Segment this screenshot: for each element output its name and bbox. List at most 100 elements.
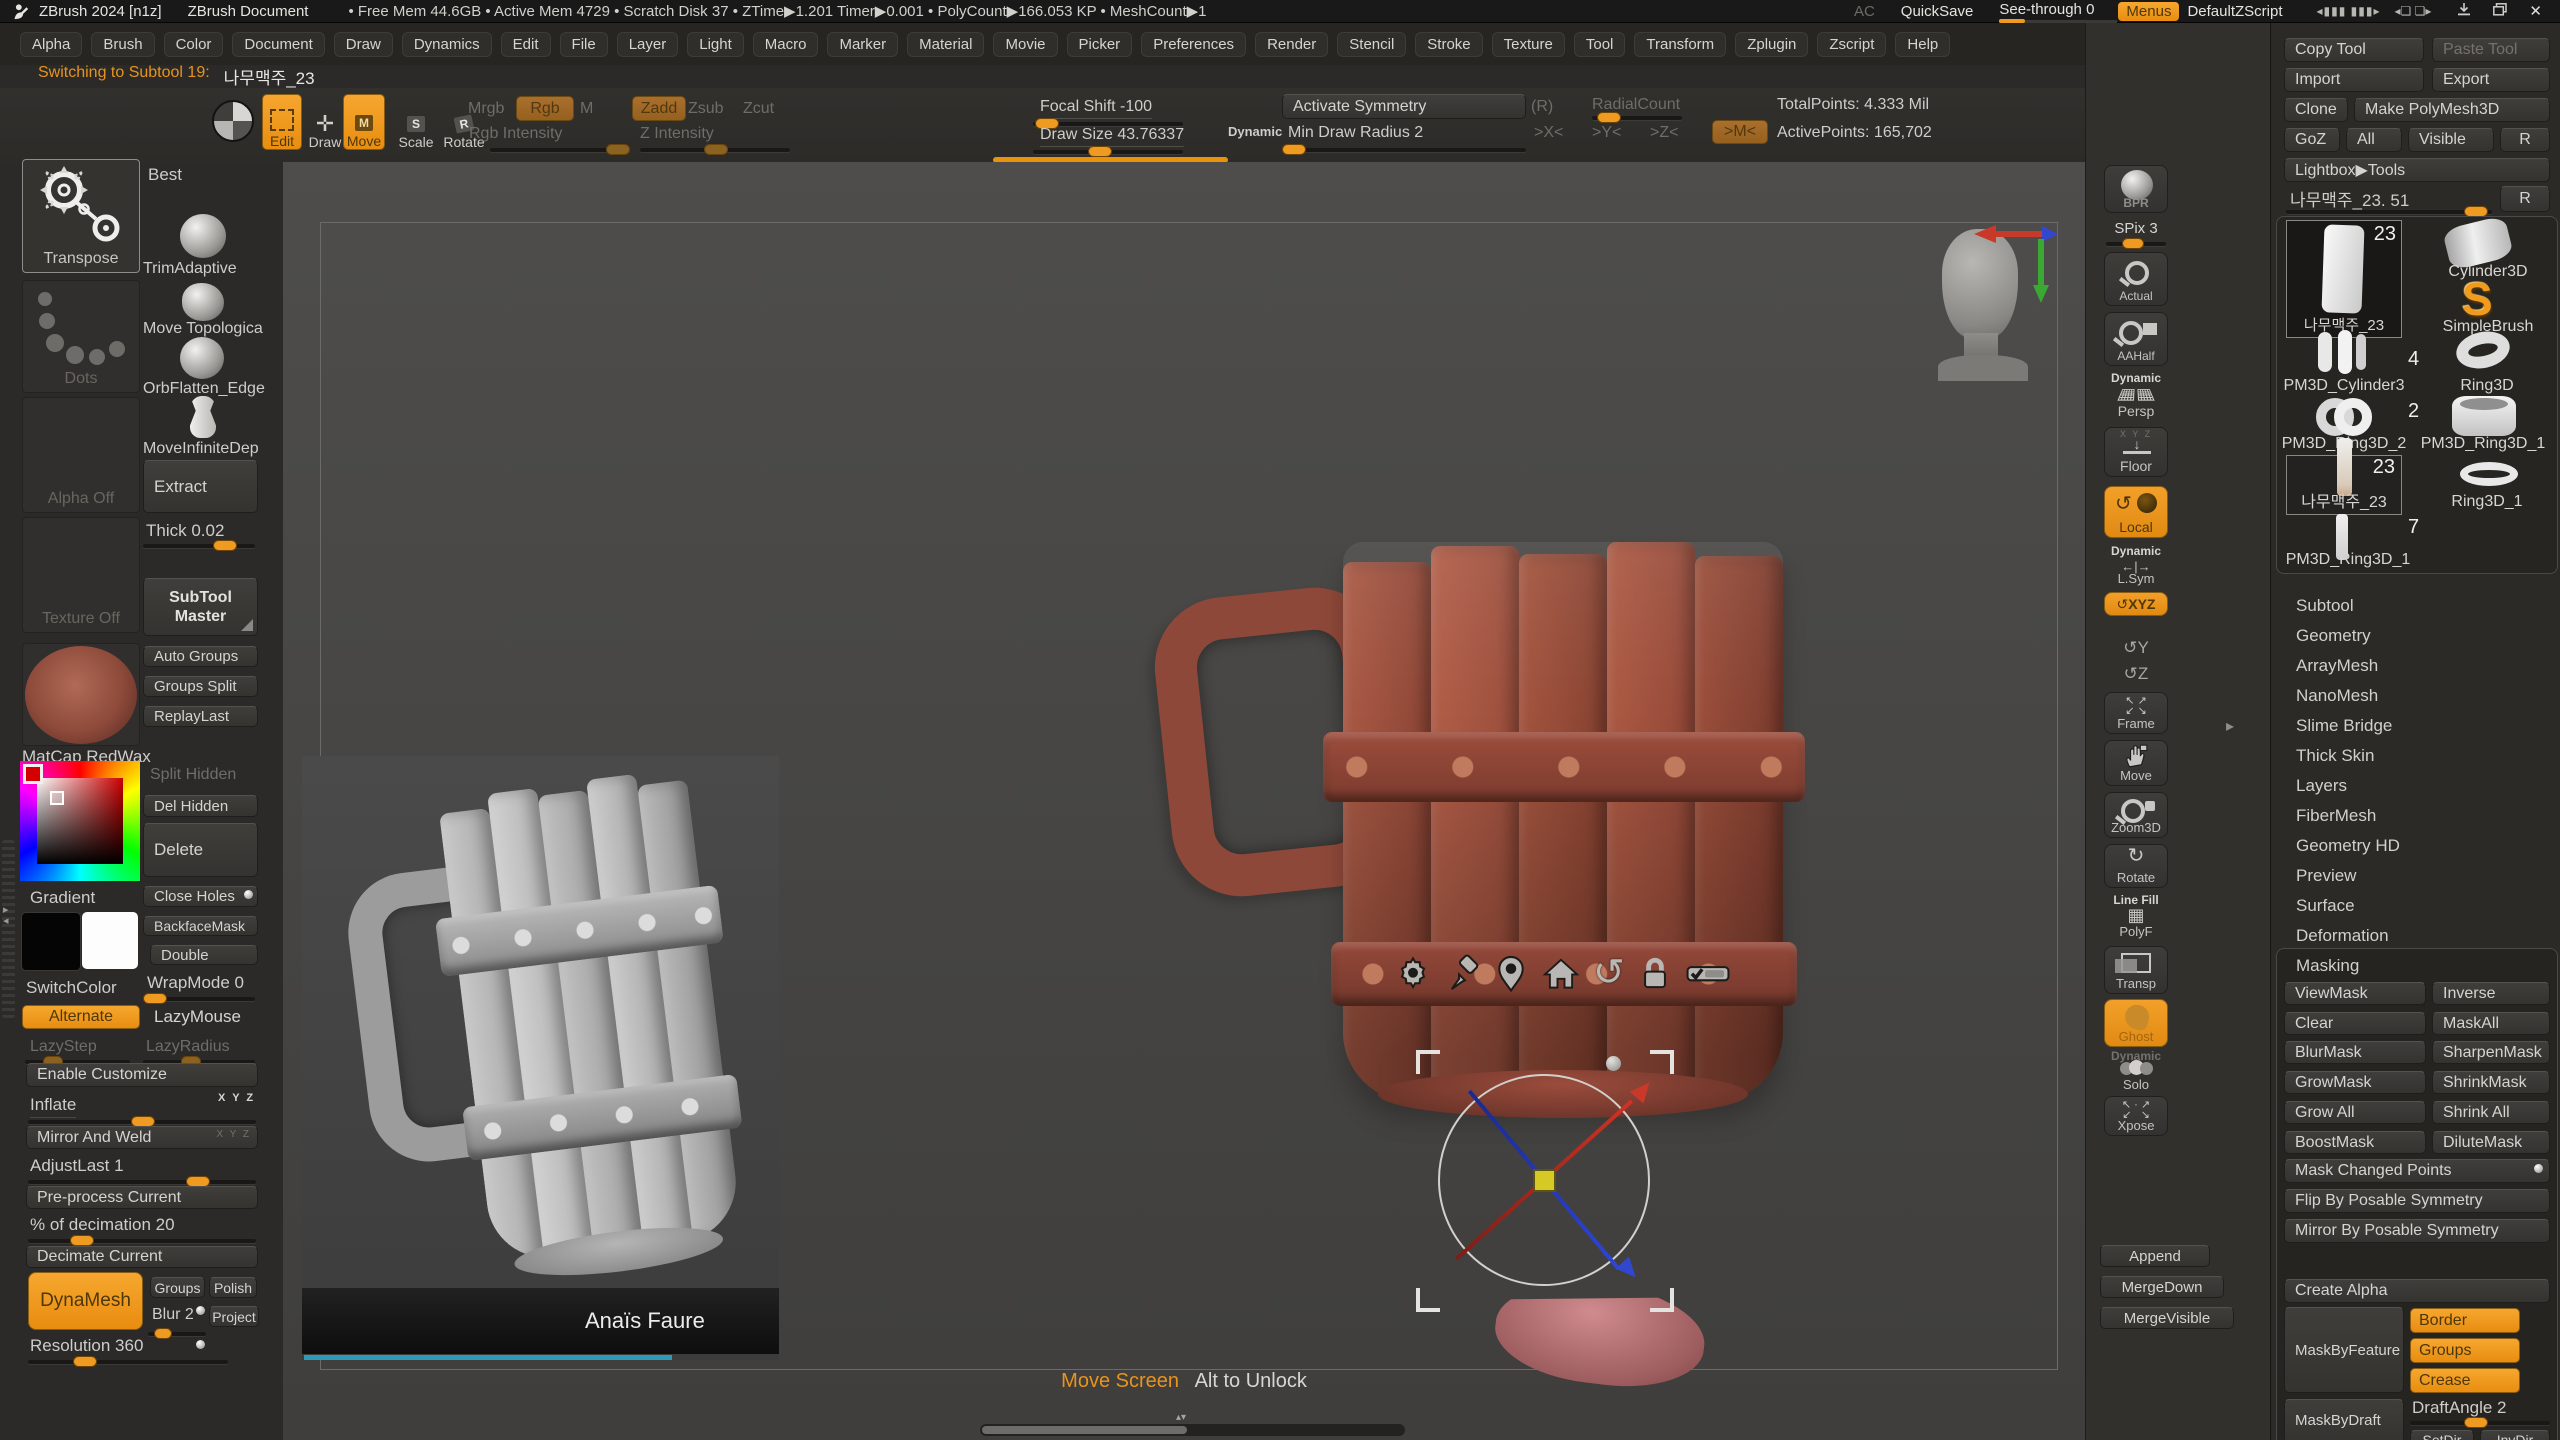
- thumb-ring3d-1-icon[interactable]: [2460, 462, 2518, 486]
- dynamesh-button[interactable]: DynaMesh: [28, 1272, 143, 1330]
- sym-y-toggle[interactable]: >Y<: [1592, 124, 1621, 142]
- bottom-tray-divider[interactable]: ▴▾: [980, 1424, 1405, 1436]
- inverse-button[interactable]: Inverse: [2432, 982, 2550, 1005]
- min-draw-radius-slider[interactable]: [1282, 148, 1526, 152]
- menu-stencil[interactable]: Stencil: [1337, 32, 1406, 57]
- color-picker[interactable]: [20, 761, 140, 881]
- resolution-option-dot[interactable]: [196, 1340, 205, 1349]
- close-holes-button[interactable]: Close Holes: [143, 886, 258, 907]
- canvas-area[interactable]: Anaïs Faure ↺: [283, 162, 2085, 1440]
- paste-tool-button[interactable]: Paste Tool: [2432, 38, 2550, 62]
- thumb-ring3d-1-label[interactable]: Ring3D_1: [2432, 493, 2542, 511]
- left-tray-toggle-icon[interactable]: ◂▮▮▮ ▮▮▮▸: [2317, 4, 2381, 18]
- strip-move-button[interactable]: Move: [2104, 740, 2168, 786]
- double-button[interactable]: Double: [150, 945, 258, 965]
- section-deformation[interactable]: Deformation: [2296, 926, 2389, 946]
- section-layers[interactable]: Layers: [2296, 776, 2347, 796]
- stroke-tile-dots[interactable]: Dots: [22, 280, 140, 393]
- alpha-tile[interactable]: Alpha Off: [22, 397, 140, 513]
- brush-movetopological-icon[interactable]: [182, 283, 224, 321]
- thumb-pm3d-cylinder3-icon[interactable]: [2316, 330, 2366, 374]
- menu-color[interactable]: Color: [164, 32, 224, 57]
- strip-zoom3d-button[interactable]: Zoom3D: [2104, 792, 2168, 838]
- brush-trimadaptive-label[interactable]: TrimAdaptive: [143, 260, 237, 278]
- strip-lsym-button[interactable]: ←|→ L.Sym: [2104, 557, 2168, 585]
- left-tray-divider[interactable]: [2, 840, 15, 1018]
- brush-trimadaptive-icon[interactable]: [180, 214, 226, 258]
- gizmo-home-icon[interactable]: [1542, 954, 1580, 992]
- wrapmode-slider[interactable]: [143, 997, 255, 1001]
- left-tray-collapse-icon[interactable]: ▸◂: [3, 905, 9, 927]
- boostmask-button[interactable]: BoostMask: [2284, 1131, 2426, 1154]
- merge-down-button[interactable]: MergeDown: [2100, 1276, 2224, 1298]
- dilutemask-button[interactable]: DiluteMask: [2432, 1131, 2550, 1154]
- alternate-button[interactable]: Alternate: [22, 1005, 140, 1029]
- axis-arrow-green[interactable]: [2033, 285, 2049, 303]
- goz-all-button[interactable]: All: [2346, 128, 2402, 152]
- close-holes-option-dot[interactable]: [244, 890, 253, 899]
- rgb-intensity-slider[interactable]: [490, 148, 630, 152]
- strip-actual-button[interactable]: Actual: [2104, 252, 2168, 306]
- gizmo-blue-cone[interactable]: [1616, 1257, 1643, 1284]
- strip-ghost-button[interactable]: Ghost: [2104, 999, 2168, 1047]
- mrgb-toggle[interactable]: Mrgb: [468, 100, 504, 118]
- dynamic-draw-size-toggle[interactable]: Dynamic: [1228, 124, 1282, 139]
- append-button[interactable]: Append: [2100, 1245, 2210, 1267]
- make-polymesh3d-button[interactable]: Make PolyMesh3D: [2354, 98, 2550, 122]
- see-through-slider[interactable]: See-through 0: [1999, 1, 2094, 21]
- menu-tool[interactable]: Tool: [1574, 32, 1626, 57]
- invdir-button[interactable]: InvDir: [2480, 1430, 2550, 1440]
- best-label[interactable]: Best: [148, 165, 182, 185]
- zcut-toggle[interactable]: Zcut: [743, 100, 774, 118]
- blurmask-button[interactable]: BlurMask: [2284, 1041, 2426, 1064]
- grow-all-button[interactable]: Grow All: [2284, 1101, 2426, 1124]
- mask-changed-points-button[interactable]: Mask Changed Points: [2284, 1159, 2550, 1183]
- menu-brush[interactable]: Brush: [91, 32, 154, 57]
- texture-tile[interactable]: Texture Off: [22, 517, 140, 633]
- section-geometry[interactable]: Geometry: [2296, 626, 2371, 646]
- import-button[interactable]: Import: [2284, 68, 2424, 92]
- replay-last-button[interactable]: ReplayLast: [143, 706, 258, 727]
- default-zscript-button[interactable]: DefaultZScript: [2187, 3, 2282, 20]
- menus-button[interactable]: Menus: [2118, 2, 2179, 21]
- section-geometry-hd[interactable]: Geometry HD: [2296, 836, 2400, 856]
- mirror-posable-symmetry-button[interactable]: Mirror By Posable Symmetry: [2284, 1219, 2550, 1243]
- strip-bpr-button[interactable]: BPR: [2104, 165, 2168, 213]
- main-color-swatch[interactable]: [21, 912, 81, 971]
- inflate-slider[interactable]: [28, 1120, 256, 1124]
- menu-material[interactable]: Material: [907, 32, 984, 57]
- quicksave-button[interactable]: QuickSave: [1901, 3, 1974, 20]
- thumb-pm3d-ring3d-1-label[interactable]: PM3D_Ring3D_1: [2408, 435, 2558, 453]
- menu-zplugin[interactable]: Zplugin: [1735, 32, 1808, 57]
- activate-symmetry-button[interactable]: Activate Symmetry: [1282, 94, 1526, 119]
- split-hidden-button[interactable]: Split Hidden: [150, 766, 236, 784]
- dynamesh-polish-button[interactable]: Polish: [209, 1277, 257, 1298]
- merge-visible-button[interactable]: MergeVisible: [2100, 1307, 2234, 1329]
- menu-file[interactable]: File: [560, 32, 608, 57]
- blur-option-dot[interactable]: [196, 1306, 205, 1315]
- strip-floor-button[interactable]: X Y Z ↓ Floor: [2104, 427, 2168, 477]
- enable-customize-button[interactable]: Enable Customize: [26, 1063, 258, 1087]
- gizmo-lock-icon[interactable]: [1638, 954, 1672, 992]
- decimate-current-button[interactable]: Decimate Current: [26, 1246, 258, 1268]
- gizmo-scale-sphere[interactable]: [1606, 1056, 1621, 1071]
- strip-persp-button[interactable]: ▦▦ Persp: [2104, 384, 2168, 422]
- menu-marker[interactable]: Marker: [827, 32, 898, 57]
- strip-frame-button[interactable]: ↖ ↗↙ ↘ Frame: [2104, 692, 2168, 734]
- menu-layer[interactable]: Layer: [617, 32, 679, 57]
- strip-transp-button[interactable]: Transp: [2104, 946, 2168, 994]
- section-nanomesh[interactable]: NanoMesh: [2296, 686, 2378, 706]
- brush-orbflatten-label[interactable]: OrbFlatten_Edge: [143, 380, 265, 398]
- sharpenmask-button[interactable]: SharpenMask: [2432, 1041, 2550, 1064]
- spix-slider[interactable]: [2106, 242, 2166, 246]
- copy-tool-button[interactable]: Copy Tool: [2284, 38, 2424, 62]
- viewmask-button[interactable]: ViewMask: [2284, 982, 2426, 1005]
- close-window-icon[interactable]: ✕: [2529, 2, 2542, 20]
- axis-arrow-red[interactable]: [1974, 225, 1996, 243]
- sym-z-toggle[interactable]: >Z<: [1650, 124, 1678, 142]
- right-tray-collapse-icon[interactable]: ▸: [2226, 716, 2234, 736]
- switch-color-label[interactable]: SwitchColor: [26, 978, 117, 998]
- setdir-button[interactable]: SetDir: [2410, 1430, 2474, 1440]
- rot-y-icon[interactable]: ↺Y: [2104, 638, 2168, 658]
- menu-zscript[interactable]: Zscript: [1817, 32, 1886, 57]
